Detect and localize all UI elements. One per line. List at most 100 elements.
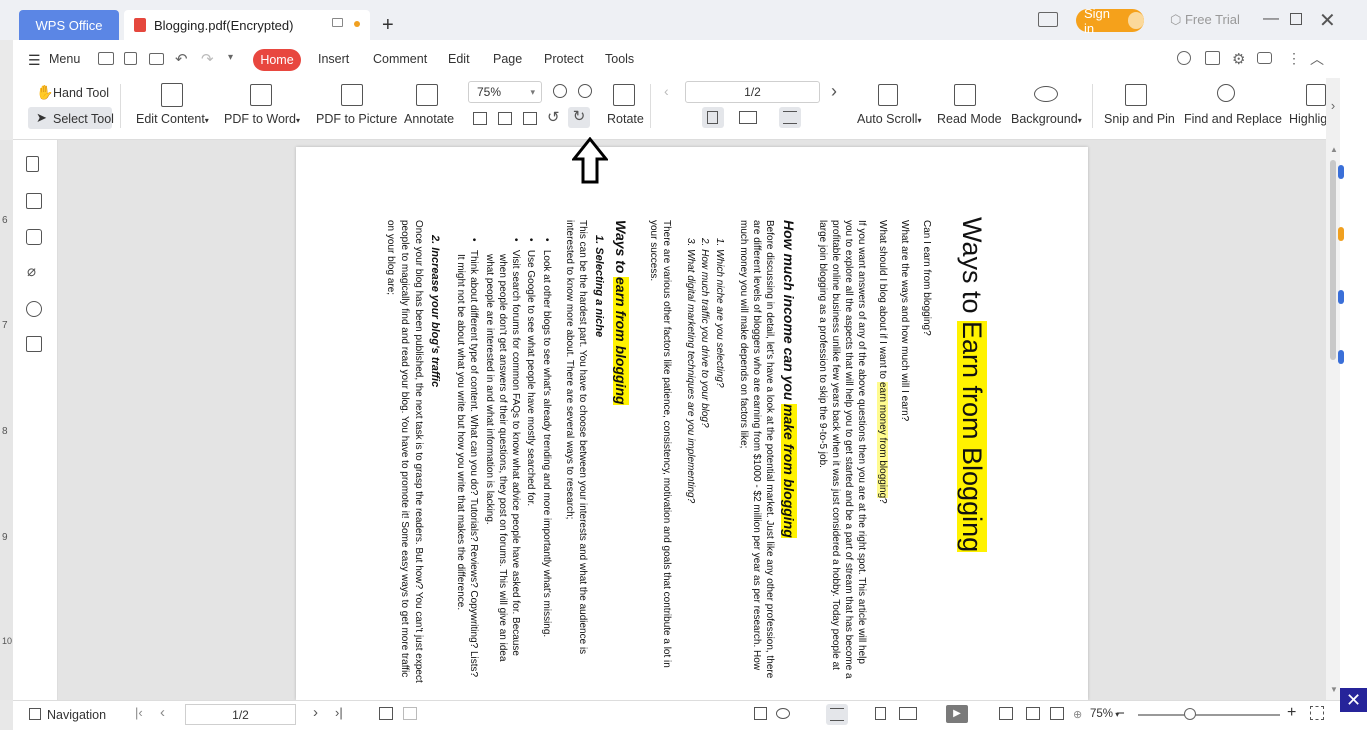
side-tool-icon[interactable] <box>1338 227 1344 241</box>
background-button[interactable]: Background▾ <box>1011 112 1082 126</box>
paragraph-line: interested to know more about. There are… <box>564 220 575 520</box>
highlight-button[interactable]: Highlig <box>1289 112 1326 126</box>
play-icon[interactable]: ▶ <box>946 705 968 723</box>
thumbnail-icon[interactable] <box>26 193 42 209</box>
zoom-in-status-icon[interactable]: + <box>1287 704 1296 722</box>
bookmark-icon[interactable] <box>26 156 39 172</box>
document-tab[interactable]: Blogging.pdf(Encrypted) <box>124 10 370 40</box>
settings-gear-icon[interactable]: ⚙ <box>1232 50 1245 68</box>
last-page-icon[interactable]: ›| <box>335 705 343 720</box>
annotate-button[interactable]: Annotate <box>404 112 454 126</box>
window-icon[interactable] <box>332 18 343 27</box>
actual-size-icon[interactable] <box>473 112 487 125</box>
navigation-button[interactable]: Navigation <box>47 708 106 722</box>
back-icon[interactable] <box>379 707 393 720</box>
tab-comment[interactable]: Comment <box>373 52 427 66</box>
ruler-mark: 10 <box>2 636 13 646</box>
fit-width-icon[interactable] <box>523 112 537 125</box>
sign-in-button[interactable]: Sign in <box>1076 6 1144 36</box>
pdf-to-picture-button[interactable]: PDF to Picture <box>316 112 397 126</box>
free-trial-button[interactable]: ⬡ Free Trial <box>1170 12 1240 28</box>
hand-tool-button[interactable]: Hand Tool <box>53 86 109 100</box>
rotate-left-icon[interactable]: ↺ <box>547 108 560 126</box>
layers-icon[interactable] <box>26 336 42 352</box>
side-tool-icon[interactable] <box>1338 165 1344 179</box>
print-icon[interactable] <box>149 53 164 65</box>
snip-and-pin-button[interactable]: Snip and Pin <box>1104 112 1175 126</box>
save-icon[interactable] <box>124 52 137 65</box>
find-and-replace-button[interactable]: Find and Replace <box>1184 112 1282 126</box>
pdf-page[interactable]: Ways to Earn from Blogging Can I earn fr… <box>296 147 1088 700</box>
comment-bubble-icon[interactable] <box>1257 52 1272 64</box>
zoom-select[interactable]: 75% ▾ <box>468 81 542 103</box>
share-icon[interactable] <box>1205 51 1220 65</box>
zoom-slider-thumb[interactable] <box>1184 708 1196 720</box>
read-mode-button[interactable]: Read Mode <box>937 112 1002 126</box>
more-icon[interactable]: ⋮ <box>1287 50 1301 67</box>
navigation-panel-icon[interactable] <box>29 708 41 720</box>
plus-icon[interactable]: + <box>382 14 394 37</box>
zoom-in-icon[interactable] <box>578 84 592 98</box>
layout-icon[interactable] <box>1038 12 1058 27</box>
scrollbar-thumb[interactable] <box>1330 160 1336 360</box>
comment-icon[interactable] <box>26 229 42 245</box>
status-page-value: 1/2 <box>232 707 249 722</box>
close-panel-icon[interactable]: ✕ <box>1340 688 1367 712</box>
next-page-icon[interactable]: › <box>831 81 837 102</box>
first-page-icon[interactable]: |‹ <box>135 705 143 720</box>
side-tool-icon[interactable] <box>1338 350 1344 364</box>
edit-content-button[interactable]: Edit Content▾ <box>136 112 209 126</box>
open-folder-icon[interactable] <box>98 52 114 65</box>
scroll-down-icon[interactable]: ▼ <box>1330 685 1338 694</box>
rotate-button[interactable]: Rotate <box>607 112 644 126</box>
side-tool-icon[interactable] <box>1338 290 1344 304</box>
undo-icon[interactable]: ↶ <box>175 50 188 68</box>
single-page-status-icon[interactable] <box>875 707 886 720</box>
tab-home[interactable]: Home <box>253 49 301 71</box>
zoom-out-icon[interactable] <box>553 84 567 98</box>
previous-page-icon[interactable]: ‹ <box>664 83 669 99</box>
minimize-icon[interactable]: — <box>1263 10 1279 28</box>
ribbon-scroll-right-icon[interactable]: › <box>1326 78 1340 140</box>
fit-page-status-icon[interactable] <box>1026 707 1040 720</box>
scroll-up-icon[interactable]: ▲ <box>1330 145 1338 154</box>
prev-page-icon[interactable]: ‹ <box>160 704 165 721</box>
attachment-icon[interactable]: ⌀ <box>27 262 36 280</box>
h2-prefix: How much income can you <box>781 220 797 405</box>
title-prefix: Ways to <box>957 217 987 322</box>
dual-page-icon[interactable] <box>739 111 757 124</box>
zoom-out-status-icon[interactable]: − <box>1116 705 1125 722</box>
next-page-status-icon[interactable]: › <box>313 704 318 721</box>
tab-insert[interactable]: Insert <box>318 52 349 66</box>
edit-content-label: Edit Content <box>136 112 205 126</box>
auto-scroll-button[interactable]: Auto Scroll▾ <box>857 112 921 126</box>
eye-protection-icon[interactable] <box>776 708 790 719</box>
status-page-input[interactable]: 1/2 <box>185 704 296 725</box>
customize-chevron-icon[interactable]: ▾ <box>228 52 233 63</box>
rotate-right-icon[interactable]: ↻ <box>568 107 590 128</box>
hamburger-icon[interactable]: ☰ <box>28 52 41 69</box>
menu-button[interactable]: Menu <box>49 52 80 66</box>
fit-page-icon[interactable] <box>498 112 512 125</box>
actual-size-status-icon[interactable] <box>999 707 1013 720</box>
tab-protect[interactable]: Protect <box>544 52 584 66</box>
app-tab[interactable]: WPS Office <box>19 10 119 40</box>
user-icon[interactable] <box>1177 51 1191 65</box>
close-window-icon[interactable]: ✕ <box>1319 8 1336 33</box>
forward-icon[interactable] <box>403 707 417 720</box>
fullscreen-icon[interactable] <box>1310 706 1324 720</box>
page-number-input[interactable]: 1/2 <box>685 81 820 103</box>
status-zoom-select[interactable]: 75% ▾ <box>1090 708 1119 720</box>
export-icon[interactable] <box>754 707 767 720</box>
maximize-icon[interactable] <box>1290 13 1302 25</box>
tab-edit[interactable]: Edit <box>448 52 470 66</box>
pdf-to-word-button[interactable]: PDF to Word▾ <box>224 112 300 126</box>
redo-icon[interactable]: ↷ <box>201 50 214 68</box>
collapse-ribbon-icon[interactable]: ︿ <box>1310 49 1324 69</box>
tab-page[interactable]: Page <box>493 52 522 66</box>
fit-width-status-icon[interactable] <box>1050 707 1064 720</box>
tab-tools[interactable]: Tools <box>605 52 634 66</box>
dual-page-status-icon[interactable] <box>899 707 917 720</box>
signature-icon[interactable] <box>26 301 42 317</box>
zoom-slider[interactable] <box>1138 714 1280 716</box>
